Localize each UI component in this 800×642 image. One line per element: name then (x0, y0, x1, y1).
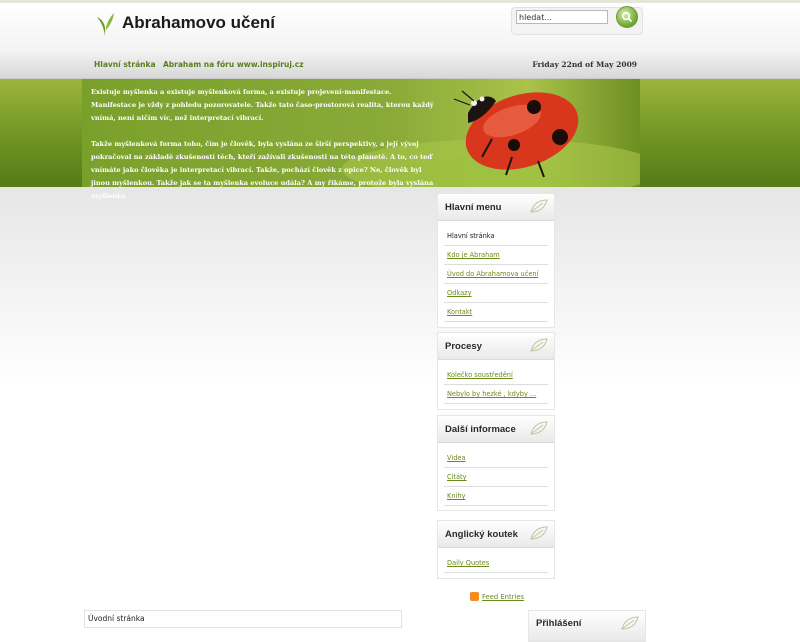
menu-link[interactable]: Kdo je Abraham (447, 251, 500, 259)
menu-item-uvod[interactable]: Úvod do Abrahamova učení (444, 265, 548, 284)
current-date: Friday 22nd of May 2009 (532, 60, 637, 69)
rss-icon[interactable] (470, 592, 479, 601)
content-fade (0, 187, 800, 387)
leaf-icon (530, 199, 548, 213)
search-input[interactable] (516, 10, 608, 24)
procesy-link[interactable]: Kolečko soustředění (447, 371, 513, 379)
dalsi-item[interactable]: Videa (444, 449, 548, 468)
menu-link[interactable]: Odkazy (447, 289, 471, 297)
menu-item-kdo[interactable]: Kdo je Abraham (444, 246, 548, 265)
dalsi-item[interactable]: Citáty (444, 468, 548, 487)
leaf-icon (621, 616, 639, 630)
anglicky-koutek-box: Anglický koutek Daily Quotes (437, 520, 555, 579)
leaf-icon (530, 421, 548, 435)
dalsi-informace-box: Další informace Videa Citáty Knihy (437, 415, 555, 511)
box-header: Procesy (438, 333, 554, 360)
dalsi-link[interactable]: Videa (447, 454, 465, 462)
menu-item-odkazy[interactable]: Odkazy (444, 284, 548, 303)
nav-item-forum[interactable]: Abraham na fóru www.inspiruj.cz (163, 60, 304, 69)
procesy-link[interactable]: Nebylo by hezké , kdyby ... (447, 390, 536, 398)
intro-text: Existuje myšlenka a existuje myšlenková … (91, 86, 436, 216)
menu-item-kontakt[interactable]: Kontakt (444, 303, 548, 322)
dalsi-item[interactable]: Knihy (444, 487, 548, 506)
dalsi-link[interactable]: Knihy (447, 492, 465, 500)
main-menu-box: Hlavní menu Hlavní stránka Kdo je Abraha… (437, 193, 555, 328)
nav-bar: Hlavní stránka Abraham na fóru www.inspi… (0, 52, 800, 79)
procesy-box: Procesy Kolečko soustředění Nebylo by he… (437, 332, 555, 410)
menu-link[interactable]: Úvod do Abrahamova učení (447, 270, 538, 278)
box-header: Další informace (438, 416, 554, 443)
procesy-item[interactable]: Kolečko soustředění (444, 366, 548, 385)
magnifier-icon (621, 11, 633, 23)
login-title: Přihlášení (536, 618, 582, 629)
dalsi-link[interactable]: Citáty (447, 473, 467, 481)
breadcrumb: Úvodní stránka (84, 610, 402, 628)
intro-paragraph-2: Takže myšlenková forma toho, čím je člov… (91, 140, 434, 200)
leaf-logo-icon (97, 13, 114, 36)
login-box: Přihlášení (528, 610, 646, 642)
leaf-icon (530, 526, 548, 540)
anglicky-title: Anglický koutek (445, 529, 518, 540)
anglicky-item[interactable]: Daily Quotes (444, 554, 548, 573)
nav-item-home[interactable]: Hlavní stránka (94, 60, 156, 69)
feed-entries-link[interactable]: Feed Entries (482, 593, 524, 601)
menu-link[interactable]: Kontakt (447, 308, 472, 316)
header: Abrahamovo učení (0, 0, 800, 52)
intro-paragraph-1: Existuje myšlenka a existuje myšlenková … (91, 88, 434, 122)
box-header: Hlavní menu (438, 194, 554, 221)
site-title[interactable]: Abrahamovo učení (122, 13, 275, 33)
procesy-item[interactable]: Nebylo by hezké , kdyby ... (444, 385, 548, 404)
procesy-title: Procesy (445, 341, 482, 352)
search-button[interactable] (616, 6, 638, 28)
dalsi-title: Další informace (445, 424, 516, 435)
main-menu-title: Hlavní menu (445, 202, 502, 213)
menu-item-home[interactable]: Hlavní stránka (444, 227, 548, 246)
box-header: Anglický koutek (438, 521, 554, 548)
anglicky-link[interactable]: Daily Quotes (447, 559, 489, 567)
leaf-icon (530, 338, 548, 352)
